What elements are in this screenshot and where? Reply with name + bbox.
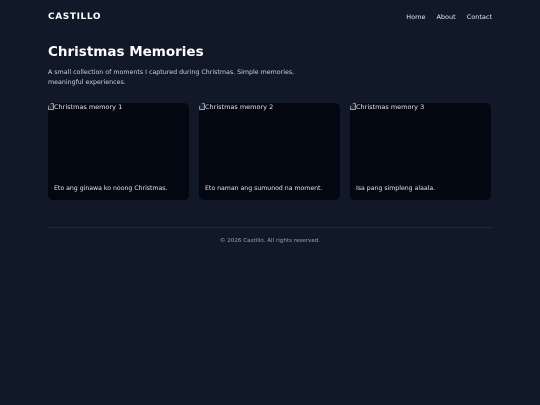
memory-caption: Eto ang ginawa ko noong Christmas.	[54, 185, 168, 192]
memory-card: Christmas memory 2 Eto naman ang sumunod…	[199, 103, 340, 200]
nav-links: Home About Contact	[406, 13, 492, 21]
memory-caption: Isa pang simpleng alaala.	[356, 185, 436, 192]
memory-image-alt: Christmas memory 1	[54, 103, 123, 111]
memory-image-alt: Christmas memory 3	[356, 103, 425, 111]
nav-link-about[interactable]: About	[436, 13, 455, 21]
memory-card: Christmas memory 3 Isa pang simpleng ala…	[350, 103, 491, 200]
memory-image: Christmas memory 2	[199, 103, 340, 163]
memory-image-alt: Christmas memory 2	[205, 103, 274, 111]
nav-link-contact[interactable]: Contact	[467, 13, 492, 21]
brand-logo[interactable]: CASTILLO	[48, 12, 101, 22]
page-subtitle: A small collection of moments I captured…	[48, 69, 295, 86]
top-nav: CASTILLO Home About Contact	[48, 10, 492, 24]
footer-divider	[48, 227, 492, 228]
memory-caption: Eto naman ang sumunod na moment.	[205, 185, 323, 192]
nav-link-home[interactable]: Home	[406, 13, 425, 21]
memory-image: Christmas memory 3	[350, 103, 491, 163]
page-title: Christmas Memories	[48, 44, 204, 60]
footer-copyright: © 2026 Castillo. All rights reserved.	[219, 238, 321, 244]
memory-image: Christmas memory 1	[48, 103, 189, 163]
memory-card: Christmas memory 1 Eto ang ginawa ko noo…	[48, 103, 189, 200]
